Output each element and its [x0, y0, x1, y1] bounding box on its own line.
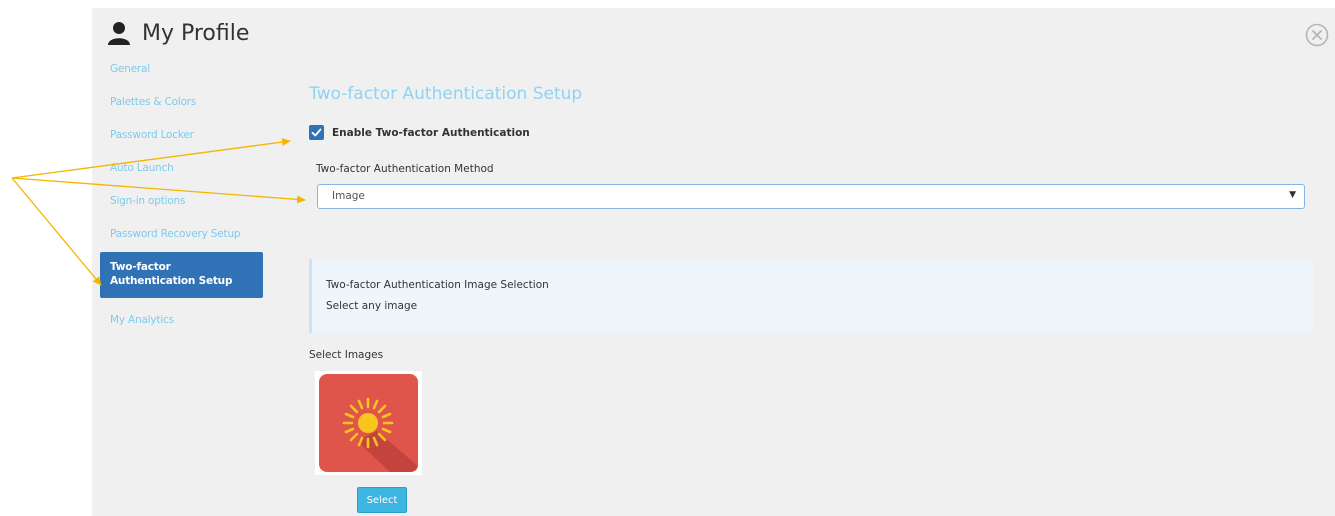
checkmark-icon — [311, 128, 322, 137]
sidebar-item-password-recovery-setup[interactable]: Password Recovery Setup — [100, 223, 263, 245]
chevron-down-icon: ▼ — [1289, 190, 1296, 200]
sidebar-item-general[interactable]: General — [100, 58, 263, 80]
enable-two-factor-checkbox[interactable] — [309, 125, 324, 140]
profile-panel: My Profile General Palettes & Colors Pas… — [92, 8, 1335, 516]
page-title: My Profile — [142, 20, 250, 46]
method-select[interactable]: Image ▼ — [317, 184, 1305, 209]
enable-two-factor-label: Enable Two-factor Authentication — [332, 126, 530, 139]
sidebar-item-sign-in-options[interactable]: Sign-in options — [100, 190, 263, 212]
sun-icon — [319, 374, 418, 472]
select-images-label: Select Images — [309, 349, 384, 361]
close-icon[interactable] — [1305, 23, 1329, 47]
user-icon — [108, 22, 130, 45]
sidebar-item-password-locker[interactable]: Password Locker — [100, 124, 263, 146]
enable-two-factor-row[interactable]: Enable Two-factor Authentication — [309, 125, 530, 140]
sidebar-item-auto-launch[interactable]: Auto Launch — [100, 157, 263, 179]
method-label: Two-factor Authentication Method — [316, 163, 494, 175]
image-tile[interactable] — [315, 371, 422, 475]
sidebar-item-my-analytics[interactable]: My Analytics — [100, 309, 263, 331]
profile-sidebar: General Palettes & Colors Password Locke… — [100, 58, 263, 342]
info-title: Two-factor Authentication Image Selectio… — [326, 279, 549, 291]
sidebar-item-two-factor-authentication-setup[interactable]: Two-factor Authentication Setup — [100, 252, 263, 298]
image-selection-info: Two-factor Authentication Image Selectio… — [309, 259, 1313, 333]
info-subtitle: Select any image — [326, 300, 418, 312]
method-select-value: Image — [332, 190, 365, 202]
page-header: My Profile — [108, 16, 249, 50]
select-image-button[interactable]: Select — [357, 487, 407, 513]
sidebar-item-palettes-colors[interactable]: Palettes & Colors — [100, 91, 263, 113]
annotation-arrow-to-sidebar — [11, 177, 102, 286]
section-title: Two-factor Authentication Setup — [309, 84, 583, 104]
